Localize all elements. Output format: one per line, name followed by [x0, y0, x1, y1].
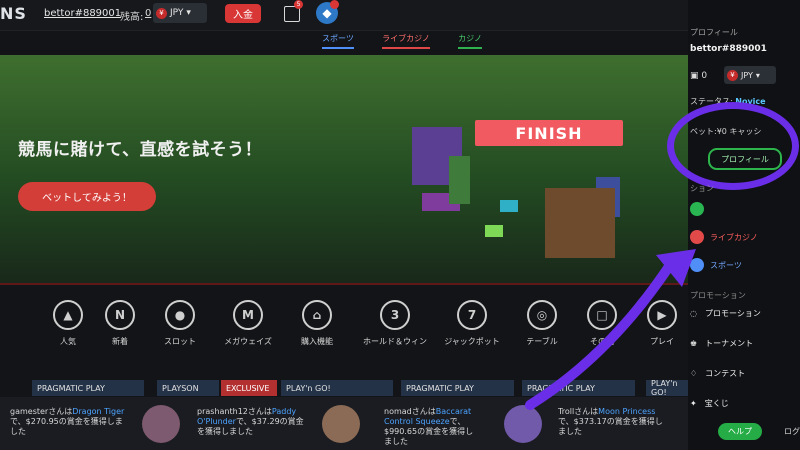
- provider-exclusive[interactable]: EXCLUSIVE: [221, 380, 277, 396]
- yen-coin-icon: ¥: [727, 69, 738, 81]
- main-tabs: スポーツ ライブカジノ カジノ: [322, 33, 482, 49]
- ticker-item: prashanth12さんはPaddy O'Plunderで、$37.29の賞金…: [197, 407, 304, 436]
- category-buy-feature[interactable]: ⌂ 購入機能: [277, 300, 357, 347]
- category-megaways[interactable]: M メガウェイズ: [208, 300, 288, 347]
- tab-live-casino[interactable]: ライブカジノ: [382, 33, 430, 49]
- username-link[interactable]: bettor#889001: [44, 8, 121, 19]
- chevron-down-icon: ▾: [755, 70, 760, 80]
- mega-icon: M: [233, 300, 263, 330]
- category-label: 新着: [112, 337, 128, 346]
- sidebar-item-casino[interactable]: [690, 202, 800, 216]
- gift-badge: 5: [294, 0, 303, 9]
- category-hold-win[interactable]: 3 ホールド＆ウィン: [355, 300, 435, 347]
- sidebar-currency-select[interactable]: ¥ JPY ▾: [724, 66, 776, 84]
- chevron-down-icon: ▾: [186, 8, 191, 18]
- yen-coin-icon: ¥: [156, 7, 167, 19]
- category-label: 購入機能: [301, 337, 333, 346]
- provider-pragmatic-1[interactable]: PRAGMATIC PLAY: [32, 380, 144, 396]
- mountain-icon: ▲: [53, 300, 83, 330]
- logout-link[interactable]: ログ: [784, 426, 800, 437]
- balance-value: 0: [145, 8, 152, 19]
- tab-sports[interactable]: スポーツ: [322, 33, 354, 49]
- category-label: メガウェイズ: [224, 337, 272, 346]
- currency-code: JPY: [170, 8, 184, 18]
- provider-playson[interactable]: PLAYSON: [157, 380, 219, 396]
- casino-icon: [690, 202, 704, 216]
- cart-icon: ⌂: [302, 300, 332, 330]
- new-badge-icon: N: [105, 300, 135, 330]
- currency-select[interactable]: ¥ JPY ▾: [153, 3, 207, 23]
- ticker-item: gamesterさんはDragon Tigerで、$270.95の賞金を獲得しま…: [10, 407, 125, 436]
- people-icon: ▣: [690, 71, 699, 81]
- sidebar-username: bettor#889001: [690, 44, 767, 54]
- category-label: ジャックポット: [444, 337, 500, 346]
- game-thumb-dragon-tiger[interactable]: [142, 405, 180, 443]
- hero-cta-button[interactable]: ベットしてみよう！: [18, 182, 156, 211]
- game-thumb-paddy-oplunder[interactable]: [322, 405, 360, 443]
- provider-playngo-1[interactable]: PLAY'n GO!: [281, 380, 393, 396]
- category-label: 人気: [60, 337, 76, 346]
- sidebar-section-small: ション: [690, 184, 714, 193]
- provider-pragmatic-2[interactable]: PRAGMATIC PLAY: [401, 380, 514, 396]
- chat-badge: [330, 0, 339, 9]
- finish-banner: FINISH: [475, 120, 623, 146]
- balance-label: 残高:: [120, 12, 144, 23]
- sidebar-section-title: プロフィール: [690, 28, 738, 37]
- sidebar-balance: ▣ 0: [690, 71, 708, 81]
- brand-logo[interactable]: NS: [0, 4, 27, 23]
- tab-casino[interactable]: カジノ: [458, 33, 482, 49]
- deposit-button[interactable]: 入金: [225, 4, 261, 23]
- refresh-3-icon: 3: [380, 300, 410, 330]
- annotation-arrow-icon: [525, 249, 696, 410]
- hero-title: 競馬に賭けて、直感を試そう！: [18, 140, 263, 160]
- ticker-item: nomadさんはBaccarat Control Squeezeで、$990.6…: [384, 407, 474, 446]
- highlight-ring: [667, 102, 799, 190]
- cherry-icon: ●: [165, 300, 195, 330]
- category-label: スロット: [164, 337, 196, 346]
- seven-icon: 7: [457, 300, 487, 330]
- category-label: ホールド＆ウィン: [363, 337, 427, 346]
- help-button[interactable]: ヘルプ: [718, 423, 762, 440]
